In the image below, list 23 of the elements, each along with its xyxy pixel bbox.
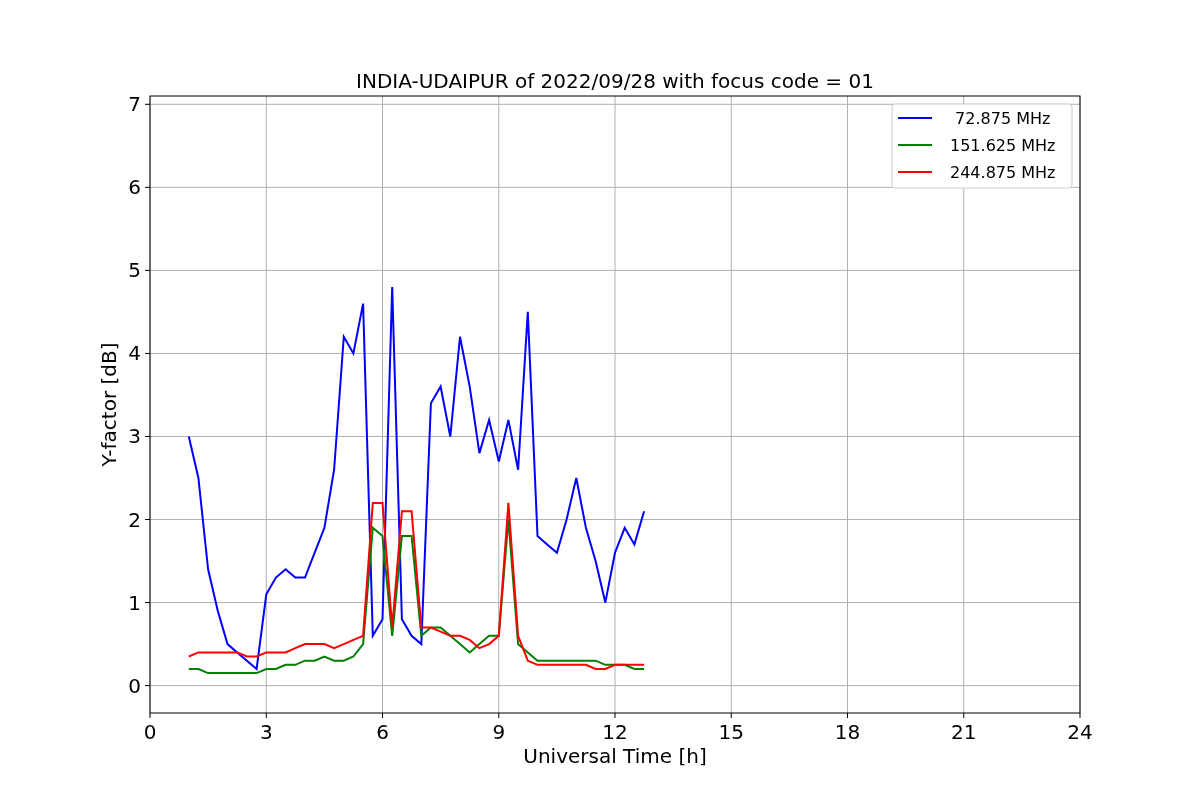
y-tick-label: 3 (128, 424, 141, 449)
x-tick-label: 3 (259, 720, 273, 744)
x-tick-label: 24 (1067, 720, 1093, 744)
x-tick-label: 0 (143, 720, 157, 744)
legend-label: 244.875 MHz (950, 163, 1056, 182)
x-tick-label: 12 (602, 720, 628, 744)
y-tick-label: 4 (128, 341, 141, 366)
y-tick-label: 7 (128, 92, 141, 117)
x-tick-label: 18 (834, 720, 861, 744)
legend-label: 72.875 MHz (955, 109, 1051, 128)
x-tick-label: 9 (492, 720, 506, 744)
y-tick-label: 5 (128, 258, 141, 283)
y-tick-label: 1 (128, 590, 141, 615)
x-tick-label: 6 (376, 720, 389, 744)
x-axis-label: Universal Time [h] (523, 744, 707, 768)
x-tick-label: 21 (951, 720, 977, 744)
y-tick-label: 0 (128, 673, 141, 698)
y-axis-label: Y-factor [dB] (97, 342, 121, 467)
y-tick-label: 6 (128, 175, 141, 200)
chart-title: INDIA-UDAIPUR of 2022/09/28 with focus code = 01 (356, 69, 874, 93)
y-tick-label: 2 (128, 507, 141, 532)
legend-label: 151.625 MHz (950, 136, 1056, 155)
x-tick-label: 15 (718, 720, 744, 744)
